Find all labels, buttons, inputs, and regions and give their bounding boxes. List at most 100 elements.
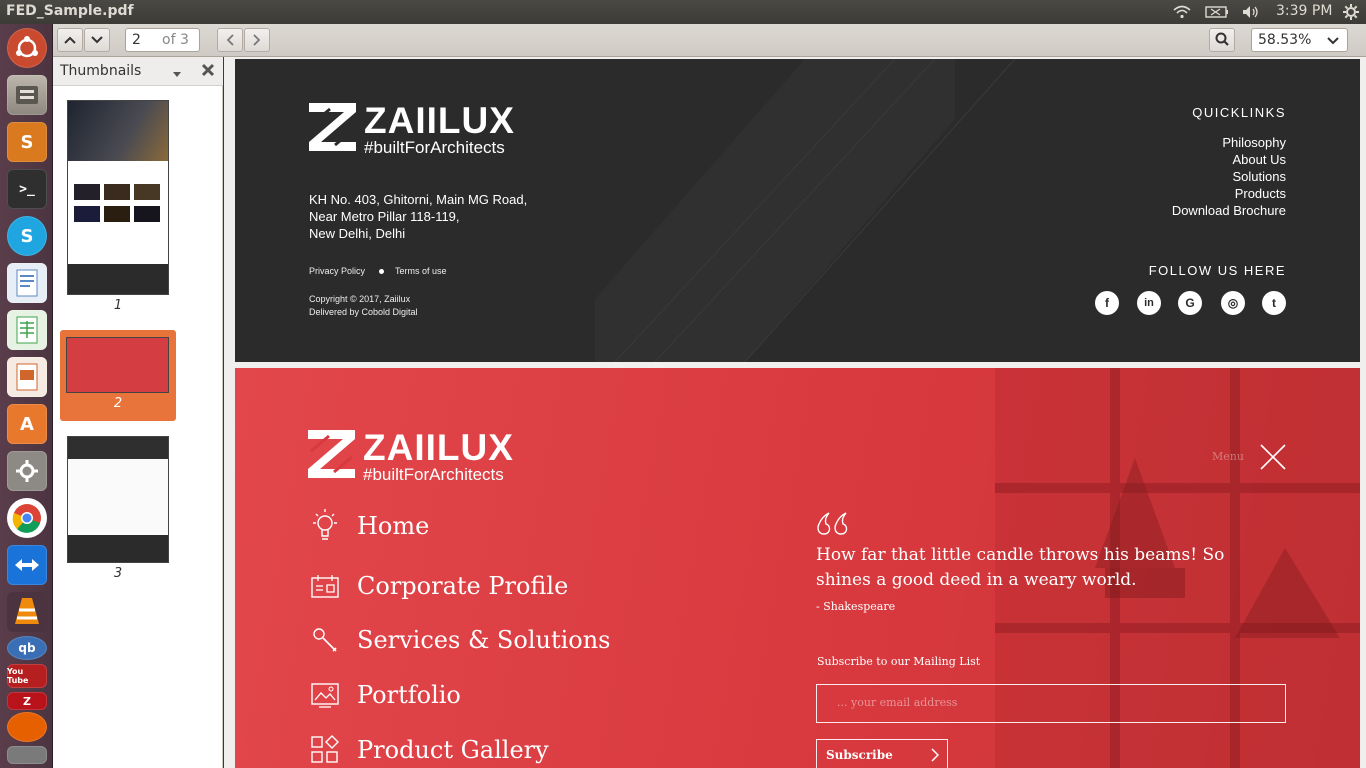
nav-label: Portfolio (357, 681, 461, 709)
quicklink-solutions[interactable]: Solutions (1172, 168, 1286, 185)
privacy-policy-link[interactable]: Privacy Policy (309, 266, 365, 276)
facebook-icon[interactable]: f (1095, 291, 1119, 315)
libreoffice-calc-icon[interactable] (7, 310, 47, 350)
chevron-down-icon (1327, 34, 1339, 50)
sidebar-title[interactable]: Thumbnails (60, 63, 141, 79)
brand-tagline: #builtForArchitects (363, 465, 504, 484)
youtube-icon[interactable]: You Tube (7, 664, 47, 688)
menu-label: Menu (1212, 450, 1244, 463)
quicklink-philosophy[interactable]: Philosophy (1172, 134, 1286, 151)
address: KH No. 403, Ghitorni, Main MG Road, Near… (309, 191, 527, 242)
battery-icon[interactable] (1204, 2, 1230, 22)
thumbnail-label: 3 (113, 566, 123, 581)
sidebar-header: Thumbnails (53, 57, 223, 86)
instagram-icon[interactable]: ◎ (1221, 291, 1245, 315)
page-total: of 3 (162, 32, 189, 48)
current-page[interactable]: 2 (132, 32, 141, 48)
brand-tagline: #builtForArchitects (364, 138, 505, 157)
grid-shapes-icon (309, 732, 341, 768)
close-icon[interactable] (201, 63, 215, 81)
search-button[interactable] (1209, 28, 1235, 52)
thumbnail-label: 1 (113, 298, 123, 313)
zaiilux-logo-icon (309, 103, 356, 151)
zaiilux-logo-icon (308, 430, 355, 478)
nav-item-corporate-profile[interactable]: Corporate Profile (309, 568, 568, 604)
quicklink-products[interactable]: Products (1172, 185, 1286, 202)
linkedin-icon[interactable]: in (1137, 291, 1161, 315)
nav-label: Services & Solutions (357, 626, 611, 654)
history-forward-button[interactable] (244, 28, 270, 52)
volume-icon[interactable] (1240, 2, 1262, 22)
zaiilux-logo: ZAIILUX #builtForArchitects (308, 427, 514, 484)
launcher: S >_ S A qb You Tube Z (0, 24, 53, 768)
quicklinks-heading: QUICKLINKS (1192, 105, 1286, 120)
bulb-icon (309, 508, 341, 544)
sublime-text-icon[interactable]: S (7, 122, 47, 162)
next-page-button[interactable] (84, 28, 110, 52)
document-view[interactable]: ZAIILUX #builtForArchitects KH No. 403, … (224, 57, 1366, 768)
search-icon (1215, 31, 1229, 50)
top-panel: FED_Sample.pdf 3:39 PM (0, 0, 1366, 24)
address-line: Near Metro Pillar 118-119, (309, 209, 460, 224)
quicklinks-list: Philosophy About Us Solutions Products D… (1172, 134, 1286, 219)
nav-label: Home (357, 512, 430, 540)
gear-icon[interactable] (1341, 2, 1361, 22)
nav-item-services-solutions[interactable]: Services & Solutions (309, 622, 611, 658)
quote-author: - Shakespeare (816, 600, 896, 613)
libreoffice-impress-icon[interactable] (7, 357, 47, 397)
subscribe-button[interactable]: Subscribe (816, 739, 948, 768)
thumbnail-page-1[interactable] (67, 100, 169, 295)
clock[interactable]: 3:39 PM (1276, 3, 1332, 19)
nav-item-home[interactable]: Home (309, 508, 429, 544)
files-icon[interactable] (7, 75, 47, 115)
pdf-page-1: ZAIILUX #builtForArchitects KH No. 403, … (235, 59, 1360, 362)
quote-text: How far that little candle throws his be… (816, 545, 1225, 590)
id-card-icon (309, 568, 341, 604)
sidebar-dropdown-icon[interactable] (173, 66, 181, 82)
brand-name: ZAIILUX (363, 427, 514, 468)
skype-icon[interactable]: S (7, 216, 47, 256)
software-center-icon[interactable]: A (7, 404, 47, 444)
zaiilux-logo: ZAIILUX #builtForArchitects (309, 102, 515, 157)
thumbnail-selection[interactable]: 2 (60, 330, 176, 421)
quicklink-about-us[interactable]: About Us (1172, 151, 1286, 168)
system-settings-icon[interactable] (7, 451, 47, 491)
terminal-icon[interactable]: >_ (7, 169, 47, 209)
thumbnail-page-3[interactable] (67, 436, 169, 563)
nav-item-product-gallery[interactable]: Product Gallery (309, 732, 549, 768)
picture-icon (309, 677, 341, 713)
thumbnail-label: 2 (113, 396, 123, 411)
terms-link[interactable]: Terms of use (395, 266, 447, 276)
qbittorrent-icon[interactable]: qb (7, 636, 47, 660)
close-menu-icon[interactable] (1260, 444, 1286, 474)
ubuntu-dash-icon[interactable] (7, 28, 47, 68)
copyright-text: Copyright © 2017, Zaiilux (309, 294, 411, 304)
document-toolbar: 2 of 3 58.53% (53, 24, 1366, 57)
twitter-icon[interactable]: t (1262, 291, 1286, 315)
quote-mark-icon (816, 512, 850, 540)
page-number-field[interactable]: 2 of 3 (125, 28, 200, 52)
nav-item-portfolio[interactable]: Portfolio (309, 677, 461, 713)
wifi-icon[interactable] (1172, 2, 1192, 22)
window-title: FED_Sample.pdf (6, 3, 134, 19)
filezilla-icon[interactable]: Z (7, 692, 47, 710)
follow-heading: FOLLOW US HERE (1148, 263, 1286, 278)
vlc-icon[interactable] (7, 592, 47, 632)
nav-label: Corporate Profile (357, 572, 569, 600)
address-line: KH No. 403, Ghitorni, Main MG Road, (309, 192, 528, 207)
chrome-icon[interactable] (7, 498, 47, 538)
previous-page-button[interactable] (57, 28, 83, 52)
teamviewer-icon[interactable] (7, 545, 47, 585)
zoom-select[interactable]: 58.53% (1251, 28, 1348, 52)
subscribe-heading: Subscribe to our Mailing List (817, 655, 981, 668)
thumbnail-page-2[interactable] (66, 337, 169, 393)
history-back-button[interactable] (217, 28, 243, 52)
chevron-right-icon (931, 748, 940, 765)
libreoffice-writer-icon[interactable] (7, 263, 47, 303)
google-icon[interactable]: G (1178, 291, 1202, 315)
quicklink-download-brochure[interactable]: Download Brochure (1172, 202, 1286, 219)
separator-dot (379, 269, 384, 274)
email-field[interactable]: ... your email address (816, 684, 1286, 723)
firefox-icon[interactable] (7, 712, 47, 742)
launcher-app-icon[interactable] (7, 746, 47, 764)
